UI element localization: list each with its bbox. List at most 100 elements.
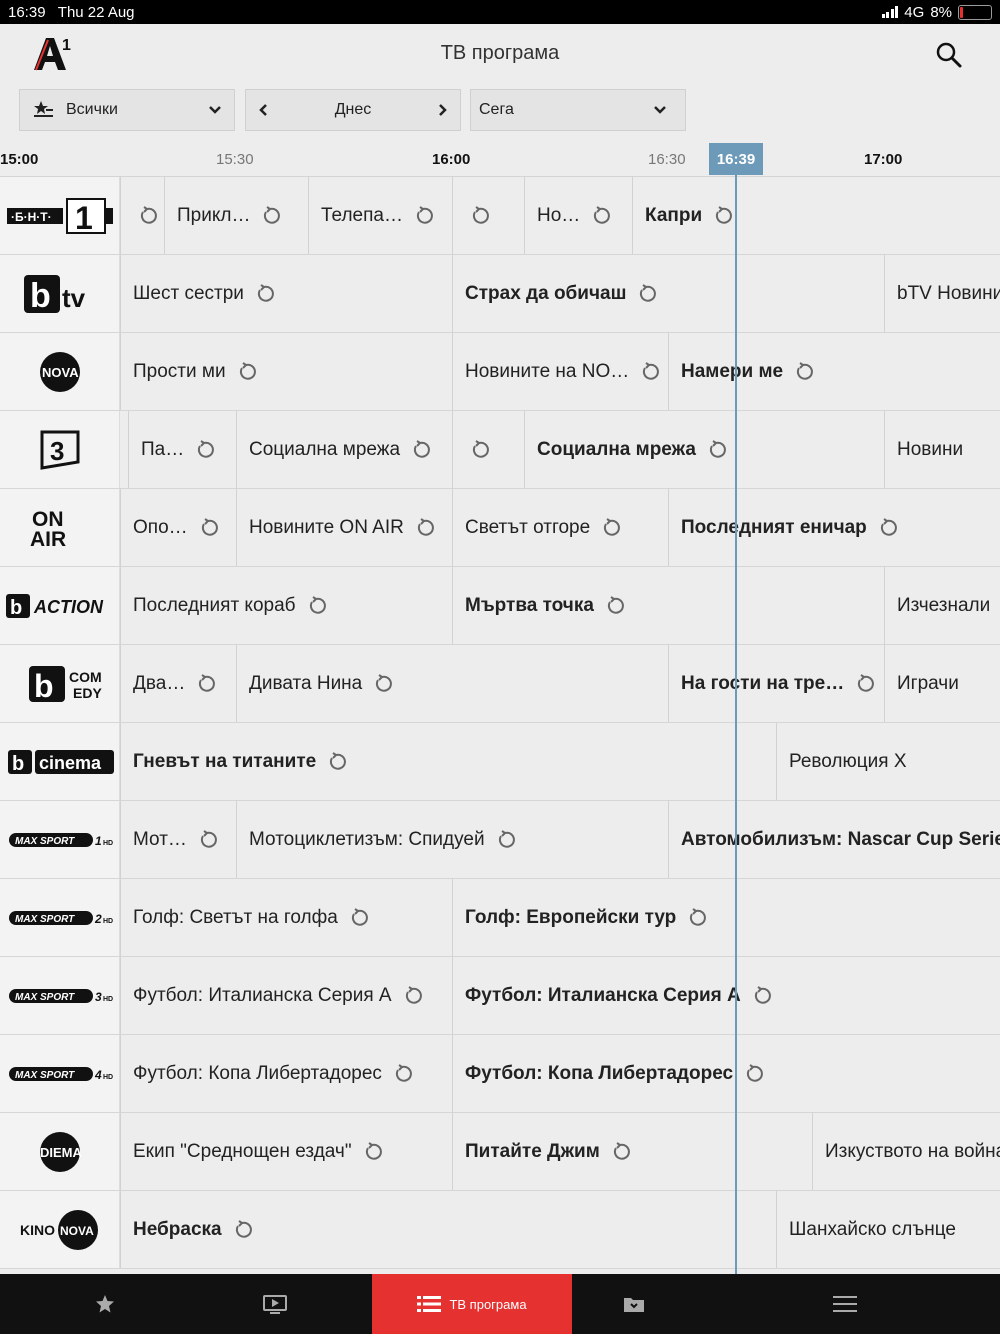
- replay-icon: [200, 829, 217, 848]
- status-date: Thu 22 Aug: [57, 3, 135, 21]
- search-icon[interactable]: [934, 40, 964, 70]
- program-cell[interactable]: Играчи: [884, 645, 1000, 722]
- channel-row: MAX SPORT 3 HD Футбол: Италианска Серия …: [0, 957, 1000, 1035]
- program-cell[interactable]: Дивата Нина: [236, 645, 668, 722]
- program-cell[interactable]: Два…: [120, 645, 236, 722]
- program-cell[interactable]: Новини: [884, 411, 992, 488]
- program-cell[interactable]: Страх да обичаш: [452, 255, 884, 332]
- nav-live-tv[interactable]: [170, 1274, 380, 1334]
- program-title: Два…: [133, 672, 186, 694]
- svg-text:b: b: [34, 668, 54, 704]
- channel-logo-bnt1[interactable]: ·Б·Н·Т· 1: [0, 177, 120, 254]
- channel-logo-onair[interactable]: ON AIR: [0, 489, 120, 566]
- channel-logo-maxsport3[interactable]: MAX SPORT 3 HD: [0, 957, 120, 1034]
- channel-logo-baction[interactable]: b ACTION: [0, 567, 120, 644]
- replay-icon: [417, 517, 434, 536]
- replay-icon: [880, 517, 897, 536]
- program-cell[interactable]: Опо…: [120, 489, 236, 566]
- program-cell[interactable]: Социална мрежа: [524, 411, 884, 488]
- program-cell[interactable]: Капри: [632, 177, 1000, 254]
- time-tick: 16:30: [648, 151, 686, 168]
- channel-logo-maxsport1[interactable]: MAX SPORT 1 HD: [0, 801, 120, 878]
- chevron-left-icon[interactable]: [258, 103, 270, 117]
- channel-logo-kinonova[interactable]: KINO NOVA: [0, 1191, 120, 1268]
- program-title: Революция X: [789, 750, 907, 772]
- program-cell[interactable]: Футбол: Италианска Серия А: [452, 957, 1000, 1034]
- program-cell[interactable]: Футбол: Италианска Серия А: [120, 957, 452, 1034]
- channel-logo-bcomedy[interactable]: b COM EDY: [0, 645, 120, 722]
- program-cell[interactable]: [452, 177, 524, 254]
- epg-grid: ·Б·Н·Т· 1 Прикл… Телепа… Но… Капри b tv …: [0, 176, 1000, 1274]
- program-cell[interactable]: Новините ON AIR: [236, 489, 452, 566]
- channel-logo-maxsport4[interactable]: MAX SPORT 4 HD: [0, 1035, 120, 1112]
- program-cell[interactable]: Революция X: [776, 723, 1000, 800]
- channel-row: 3 Па… Социална мрежа Социална мрежа Нови…: [0, 411, 1000, 489]
- program-cell[interactable]: Последният кораб: [120, 567, 452, 644]
- replay-icon: [747, 1063, 764, 1082]
- program-cell[interactable]: Намери ме: [668, 333, 1000, 410]
- replay-icon: [365, 1141, 382, 1160]
- page-title: ТВ програма: [440, 42, 560, 64]
- program-cell[interactable]: [120, 177, 164, 254]
- program-cell[interactable]: Мъртва точка: [452, 567, 884, 644]
- svg-text:EDY: EDY: [73, 685, 102, 701]
- program-cell[interactable]: Мотоциклетизъм: Спидуей: [236, 801, 668, 878]
- replay-icon: [330, 751, 347, 770]
- replay-icon: [640, 283, 657, 302]
- replay-icon: [613, 1141, 630, 1160]
- program-title: Мъртва точка: [465, 594, 594, 616]
- program-cell[interactable]: Прикл…: [164, 177, 308, 254]
- program-cell[interactable]: Небраска: [120, 1191, 776, 1268]
- channel-logo-diema[interactable]: DIEMA: [0, 1113, 120, 1190]
- program-cell[interactable]: Гневът на титаните: [120, 723, 776, 800]
- program-cell[interactable]: Голф: Европейски тур: [452, 879, 1000, 956]
- program-cell[interactable]: Автомобилизъм: Nascar Cup Series: [668, 801, 1000, 878]
- program-cell[interactable]: Голф: Светът на голфа: [120, 879, 452, 956]
- program-cell[interactable]: Футбол: Копа Либертадорес: [120, 1035, 452, 1112]
- chevron-down-icon: [209, 106, 221, 114]
- program-cell[interactable]: Мот…: [120, 801, 236, 878]
- channel-logo-bcinema[interactable]: b cinema: [0, 723, 120, 800]
- channel-row: ·Б·Н·Т· 1 Прикл… Телепа… Но… Капри: [0, 177, 1000, 255]
- program-cell[interactable]: Телепа…: [308, 177, 452, 254]
- program-cell[interactable]: Изкуството на война: [812, 1113, 1000, 1190]
- program-cell[interactable]: Новините на NO…: [452, 333, 668, 410]
- program-title: Играчи: [897, 672, 959, 694]
- svg-text:MAX SPORT: MAX SPORT: [15, 992, 75, 1003]
- program-cell[interactable]: Шест сестри: [120, 255, 452, 332]
- program-cell[interactable]: [452, 411, 524, 488]
- program-cell[interactable]: Изчезнали: [884, 567, 1000, 644]
- category-filter-dropdown[interactable]: Всички: [19, 89, 235, 131]
- channel-row: b cinema Гневът на титаните Революция X: [0, 723, 1000, 801]
- program-title: Дивата Нина: [249, 672, 363, 694]
- program-title: Последният еничар: [681, 516, 867, 538]
- program-cell[interactable]: Последният еничар: [668, 489, 1000, 566]
- program-cell[interactable]: Па…: [128, 411, 236, 488]
- replay-icon: [405, 985, 422, 1004]
- channel-logo-bnt3[interactable]: 3: [0, 411, 120, 488]
- replay-icon: [709, 439, 726, 458]
- nav-recordings[interactable]: [572, 1274, 696, 1334]
- program-cell[interactable]: Екип "Среднощен ездач": [120, 1113, 452, 1190]
- program-cell[interactable]: Питайте Джим: [452, 1113, 812, 1190]
- time-tick: 17:00: [864, 151, 903, 168]
- svg-text:1: 1: [95, 834, 102, 848]
- svg-text:MAX SPORT: MAX SPORT: [15, 1070, 75, 1081]
- channel-logo-nova[interactable]: NOVA: [0, 333, 120, 410]
- program-cell[interactable]: Прости ми: [120, 333, 452, 410]
- program-cell[interactable]: Светът отгоре: [452, 489, 668, 566]
- svg-text:NOVA: NOVA: [60, 1224, 94, 1238]
- time-dropdown[interactable]: Сега: [470, 89, 686, 131]
- channel-logo-btv[interactable]: b tv: [0, 255, 120, 332]
- chevron-right-icon[interactable]: [436, 103, 448, 117]
- program-cell[interactable]: Но…: [524, 177, 632, 254]
- nav-tv-guide[interactable]: ТВ програма: [372, 1274, 572, 1334]
- program-cell[interactable]: На гости на тре…: [668, 645, 884, 722]
- program-cell[interactable]: bTV Новинит: [884, 255, 1000, 332]
- nav-menu[interactable]: [780, 1274, 910, 1334]
- program-cell[interactable]: Шанхайско слънце: [776, 1191, 1000, 1268]
- program-cell[interactable]: Футбол: Копа Либертадорес: [452, 1035, 1000, 1112]
- program-cell[interactable]: Социална мрежа: [236, 411, 452, 488]
- svg-text:b: b: [30, 277, 51, 315]
- channel-logo-maxsport2[interactable]: MAX SPORT 2 HD: [0, 879, 120, 956]
